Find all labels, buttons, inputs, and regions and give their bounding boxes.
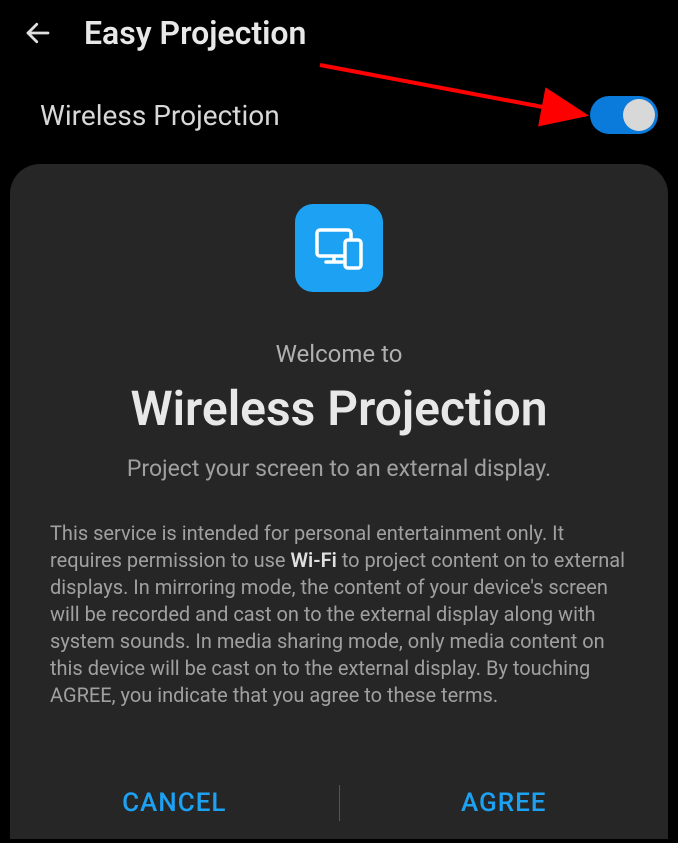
projection-app-icon xyxy=(295,204,383,292)
welcome-label: Welcome to xyxy=(276,340,403,368)
dialog-actions: CANCEL AGREE xyxy=(10,767,668,839)
toggle-label: Wireless Projection xyxy=(40,99,280,132)
wireless-projection-toggle-row: Wireless Projection xyxy=(0,66,678,154)
dialog-title: Wireless Projection xyxy=(130,380,547,437)
dialog-body-text: This service is intended for personal en… xyxy=(10,520,668,767)
body-bold: Wi-Fi xyxy=(291,548,337,572)
dialog-subtitle: Project your screen to an external displ… xyxy=(97,455,581,482)
agree-button[interactable]: AGREE xyxy=(340,788,669,818)
arrow-left-icon xyxy=(23,18,53,48)
cancel-button[interactable]: CANCEL xyxy=(10,788,339,818)
back-button[interactable] xyxy=(20,15,56,51)
page-title: Easy Projection xyxy=(84,14,306,52)
toggle-knob xyxy=(623,99,655,131)
screen-cast-icon xyxy=(311,220,367,276)
wireless-projection-toggle[interactable] xyxy=(590,96,658,134)
welcome-dialog: Welcome to Wireless Projection Project y… xyxy=(10,164,668,839)
